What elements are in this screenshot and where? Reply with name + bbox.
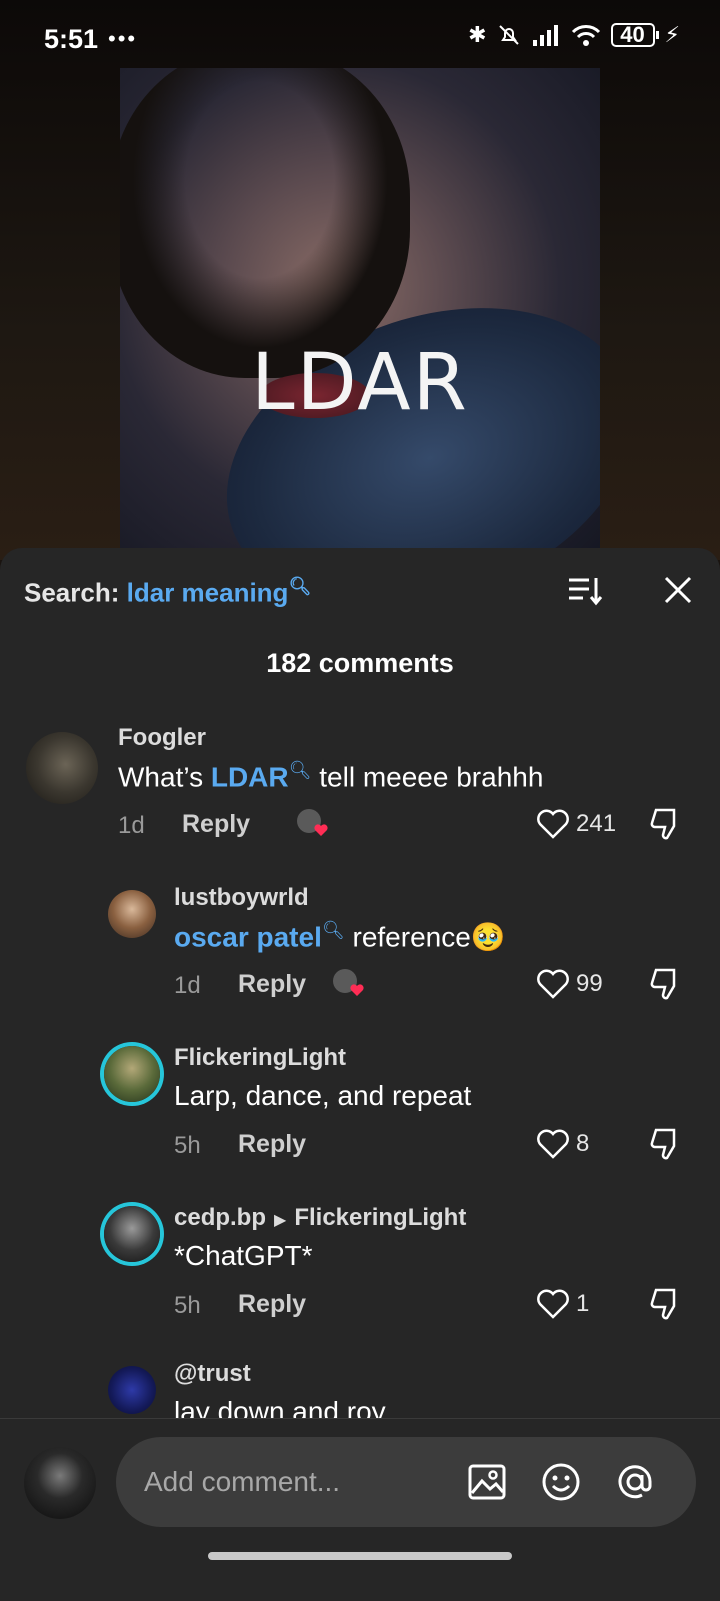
comment-item: @trust lay down and roy: [0, 1360, 720, 1418]
video-player[interactable]: LDAR: [120, 68, 600, 558]
dislike-icon[interactable]: [648, 1126, 684, 1162]
search-icon: 🔍︎: [288, 576, 312, 596]
search-suggestion[interactable]: Search: ldar meaning🔍︎: [24, 576, 311, 609]
search-term-link[interactable]: ldar meaning: [127, 578, 289, 608]
comment-text-part: tell meeee brahhh: [311, 761, 544, 793]
comment-input[interactable]: [142, 1459, 446, 1505]
comment-text: Larp, dance, and repeat: [174, 1080, 472, 1111]
like-count: 241: [576, 810, 617, 837]
signal-icon: [532, 25, 558, 46]
heart-icon: [537, 969, 569, 999]
heart-icon: [537, 1129, 569, 1159]
heart-icon: [537, 1289, 569, 1319]
notification-icons: •••: [108, 26, 138, 51]
dislike-icon[interactable]: [648, 1286, 684, 1322]
comment-time: 5h: [174, 1132, 201, 1159]
sort-icon[interactable]: [565, 570, 605, 610]
comment-author-name[interactable]: cedp.bp: [174, 1204, 266, 1231]
comment-input-container[interactable]: [116, 1437, 696, 1527]
comment-item: FlickeringLight Larp, dance, and repeat …: [0, 1040, 720, 1190]
avatar[interactable]: [26, 732, 98, 804]
system-icons: ✱ 40 ⚡: [468, 22, 680, 48]
comment-text: lay down and roy: [174, 1396, 386, 1418]
comment-time: 1d: [174, 972, 201, 999]
comment-item: cedp.bp ▶ FlickeringLight *ChatGPT* 5h Rep…: [0, 1200, 720, 1350]
reply-button[interactable]: Reply: [238, 1290, 306, 1319]
creator-liked-icon: [297, 809, 328, 836]
reply-arrow-icon: ▶: [274, 1212, 287, 1229]
comment-text: What’s LDAR🔍︎ tell meeee brahhh: [118, 760, 543, 793]
comment-author[interactable]: lustboywrld: [174, 884, 309, 912]
comment-author[interactable]: FlickeringLight: [174, 1044, 346, 1072]
comment-text: *ChatGPT*: [174, 1240, 313, 1271]
comment-text: oscar patel🔍︎ reference🥹: [174, 920, 506, 953]
reply-button[interactable]: Reply: [238, 970, 306, 999]
comment-text-part: What’s: [118, 761, 211, 793]
like-count: 8: [576, 1130, 590, 1157]
like-count: 1: [576, 1290, 590, 1317]
image-icon[interactable]: [466, 1461, 508, 1503]
home-indicator[interactable]: [208, 1552, 512, 1560]
search-label: Search:: [24, 577, 120, 608]
reply-button[interactable]: Reply: [182, 810, 250, 839]
comment-item: Foogler What’s LDAR🔍︎ tell meeee brahhh …: [0, 720, 720, 870]
video-caption-overlay: LDAR: [251, 338, 469, 428]
close-icon[interactable]: [658, 570, 698, 610]
emoji-icon[interactable]: [540, 1461, 582, 1503]
comment-author: cedp.bp ▶ FlickeringLight: [174, 1204, 466, 1232]
dislike-icon[interactable]: [648, 806, 684, 842]
like-count: 99: [576, 970, 603, 997]
comment-time: 5h: [174, 1292, 201, 1319]
avatar[interactable]: [104, 1206, 160, 1262]
status-time: 5:51: [44, 24, 99, 54]
search-icon: 🔍︎: [321, 920, 345, 940]
status-bar: 5:51 ••• ✱ 40 ⚡: [0, 0, 720, 80]
video-frame-detail: [120, 68, 410, 378]
avatar[interactable]: [104, 1046, 160, 1102]
comment-count: 182 comments: [266, 648, 454, 678]
mention-link[interactable]: oscar patel: [174, 921, 322, 952]
search-icon: 🔍︎: [288, 760, 312, 780]
dislike-icon[interactable]: [648, 966, 684, 1002]
comment-author[interactable]: Foogler: [118, 724, 206, 752]
avatar[interactable]: [108, 890, 156, 938]
like-button[interactable]: 8: [536, 1128, 589, 1160]
battery-icon: 40: [610, 23, 659, 47]
bluetooth-icon: ✱: [468, 22, 487, 47]
mention-link[interactable]: LDAR: [211, 761, 289, 792]
reply-to-name[interactable]: FlickeringLight: [294, 1204, 466, 1231]
avatar[interactable]: [24, 1447, 96, 1519]
heart-icon: [537, 809, 569, 839]
mention-icon[interactable]: [614, 1461, 656, 1503]
reply-button[interactable]: Reply: [238, 1130, 306, 1159]
creator-liked-icon: [333, 969, 364, 996]
like-button[interactable]: 99: [536, 968, 603, 1000]
avatar[interactable]: [108, 1366, 156, 1414]
mute-bell-icon: [498, 25, 519, 45]
comment-time: 1d: [118, 812, 145, 839]
charging-icon: ⚡: [664, 22, 680, 47]
like-button[interactable]: 241: [536, 808, 616, 840]
like-button[interactable]: 1: [536, 1288, 589, 1320]
wifi-icon: [571, 25, 600, 46]
comment-input-bar: [0, 1418, 720, 1601]
comment-text-part: reference🥹: [344, 921, 506, 953]
comment-item: lustboywrld oscar patel🔍︎ reference🥹 1d …: [0, 880, 720, 1030]
comment-author[interactable]: @trust: [174, 1360, 251, 1388]
